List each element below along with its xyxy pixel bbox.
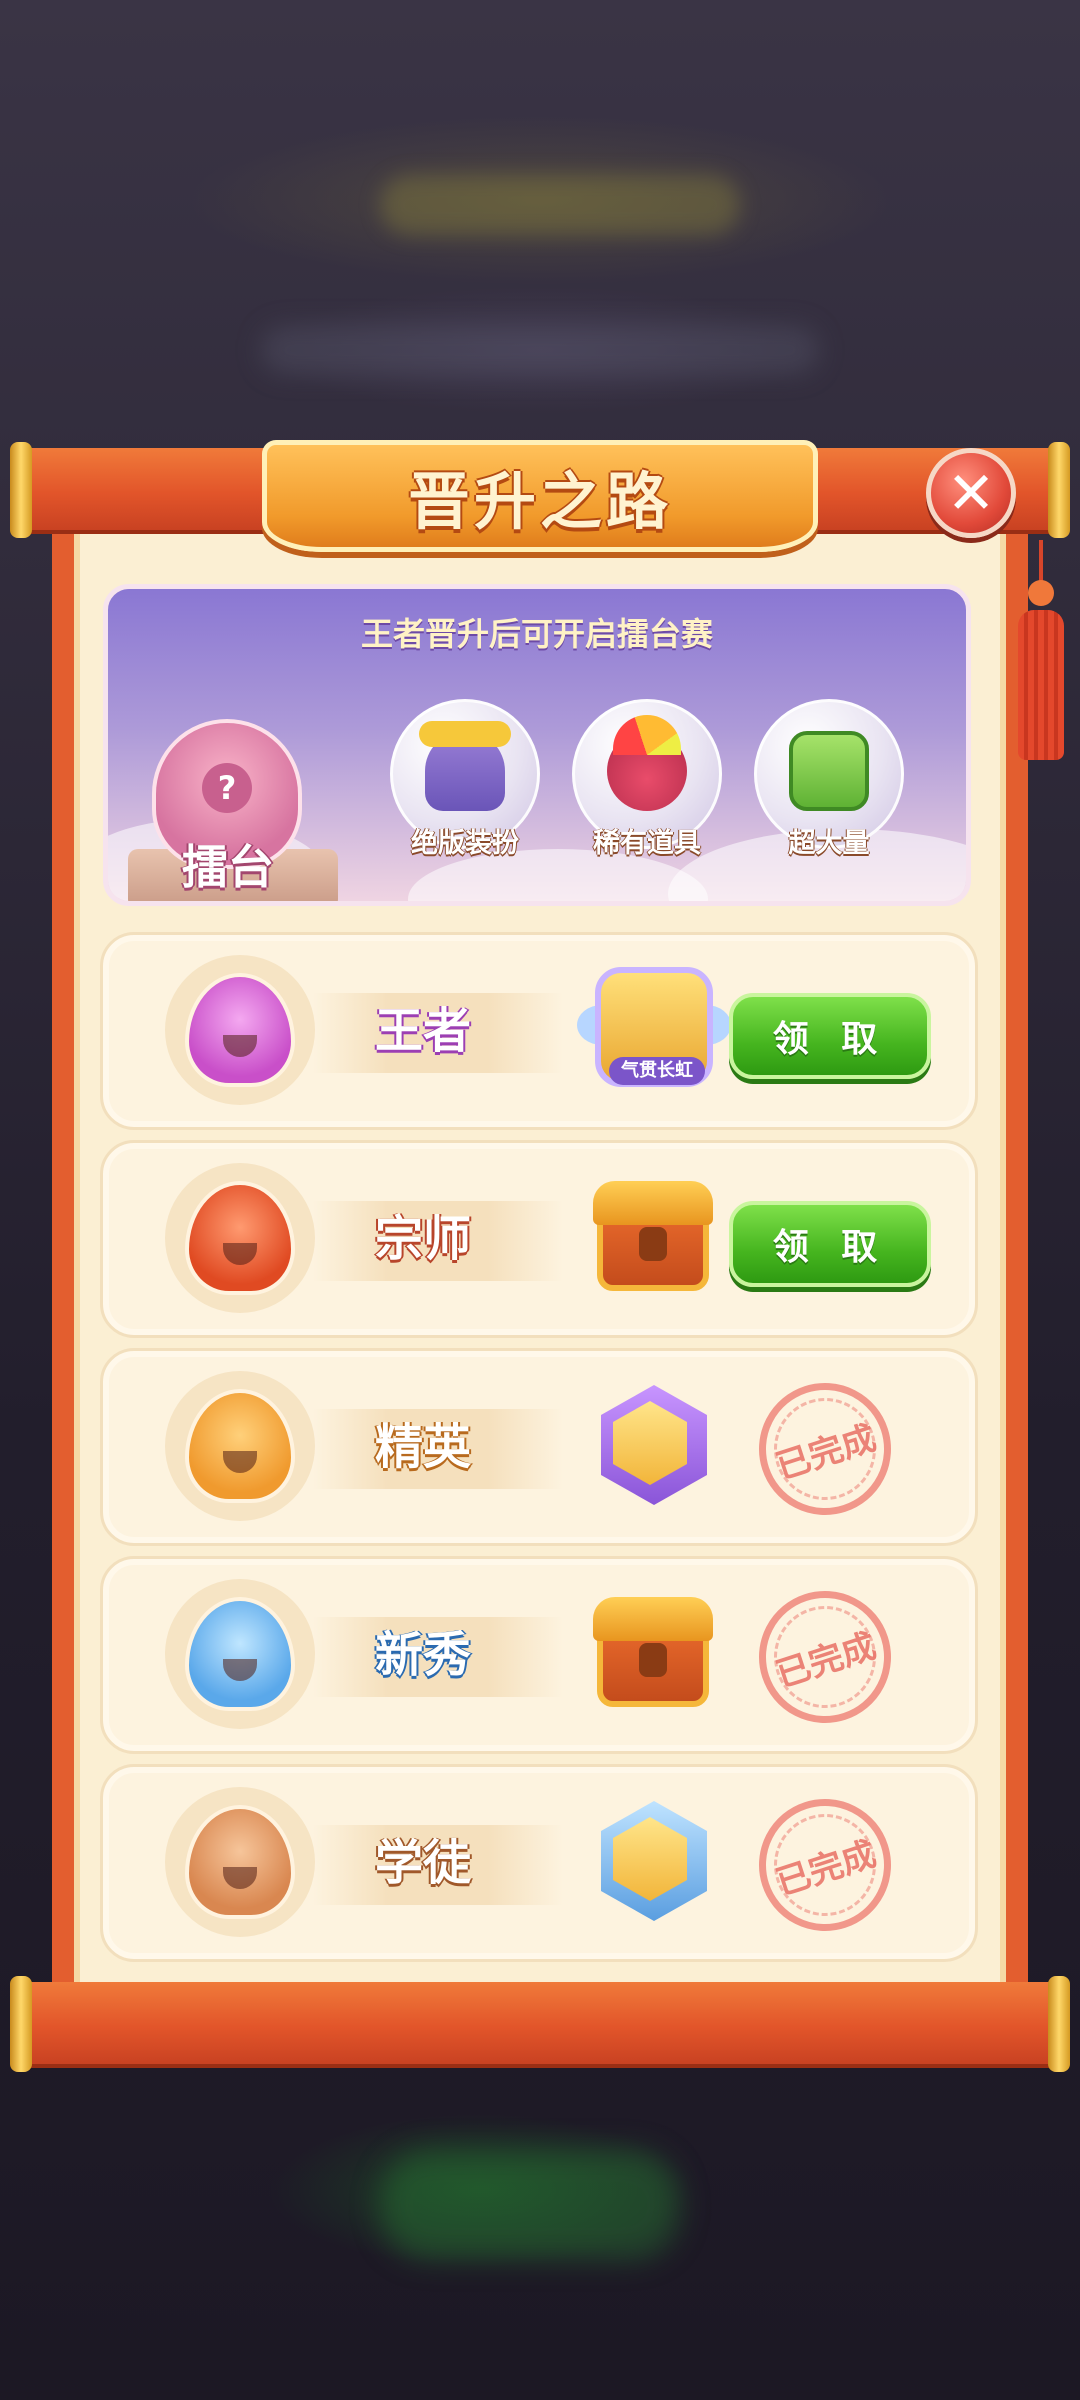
rank-name: 宗师 xyxy=(374,1211,471,1267)
reward-outfit: 绝版装扮 xyxy=(390,699,540,889)
blurred-background-title xyxy=(380,175,740,235)
bulk-pack-icon xyxy=(789,731,869,811)
elite-emblem-icon xyxy=(165,1371,315,1521)
blurred-background-button xyxy=(380,2150,680,2260)
rank-row-grandmaster: 宗师 领 取 xyxy=(100,1140,978,1338)
arena-unlock-hint: 王者晋升后可开启擂台赛 xyxy=(360,615,713,653)
prize-tag: 气贯长虹 xyxy=(609,1057,705,1085)
completed-stamp: 已完成 xyxy=(741,1365,909,1533)
scroll-bottom-rod xyxy=(10,1976,1070,2072)
reward-label: 超大量 xyxy=(788,828,870,859)
rank-name: 王者 xyxy=(374,1003,471,1059)
reward-bulk: 超大量 xyxy=(754,699,904,889)
podium-label: 擂台 xyxy=(182,840,274,894)
completed-stamp: 已完成 xyxy=(741,1781,909,1949)
close-button[interactable]: ✕ xyxy=(926,448,1016,538)
rank-row-elite: 精英 已完成 xyxy=(100,1348,978,1546)
crest-badge-icon: 气贯长虹 xyxy=(577,961,731,1101)
hex-badge-icon xyxy=(589,1793,719,1933)
title-banner: 晋升之路 xyxy=(262,440,818,552)
reward-label: 稀有道具 xyxy=(593,828,701,859)
arena-info-panel: 王者晋升后可开启擂台赛 ? 擂台 绝版装扮 稀有道具 超大量 xyxy=(103,584,971,906)
outfit-icon xyxy=(419,721,511,811)
blurred-background-bar xyxy=(260,325,820,375)
grandmaster-emblem-icon xyxy=(165,1163,315,1313)
rank-row-rookie: 新秀 已完成 xyxy=(100,1556,978,1754)
dialog-title: 晋升之路 xyxy=(407,465,672,538)
completed-stamp: 已完成 xyxy=(741,1573,909,1741)
rank-name: 精英 xyxy=(374,1419,471,1475)
arena-podium: ? 擂台 xyxy=(128,719,338,901)
close-icon: ✕ xyxy=(946,459,996,527)
rank-name: 新秀 xyxy=(374,1627,471,1683)
question-mark-icon: ? xyxy=(202,763,252,813)
tassel-decoration xyxy=(1010,540,1070,790)
reward-label: 绝版装扮 xyxy=(411,828,519,859)
claim-button[interactable]: 领 取 xyxy=(729,1201,931,1287)
apprentice-emblem-icon xyxy=(165,1787,315,1937)
claim-button[interactable]: 领 取 xyxy=(729,993,931,1079)
rookie-emblem-icon xyxy=(165,1579,315,1729)
rank-row-king: 王者 气贯长虹 领 取 xyxy=(100,932,978,1130)
rank-row-apprentice: 学徒 已完成 xyxy=(100,1764,978,1962)
reward-rare-item: 稀有道具 xyxy=(572,699,722,889)
rank-name: 学徒 xyxy=(374,1835,471,1891)
king-emblem-icon xyxy=(165,955,315,1105)
treasure-chest-icon xyxy=(589,1585,719,1725)
treasure-chest-icon xyxy=(589,1169,719,1309)
hex-badge-icon xyxy=(589,1377,719,1517)
rare-item-icon xyxy=(607,715,687,811)
